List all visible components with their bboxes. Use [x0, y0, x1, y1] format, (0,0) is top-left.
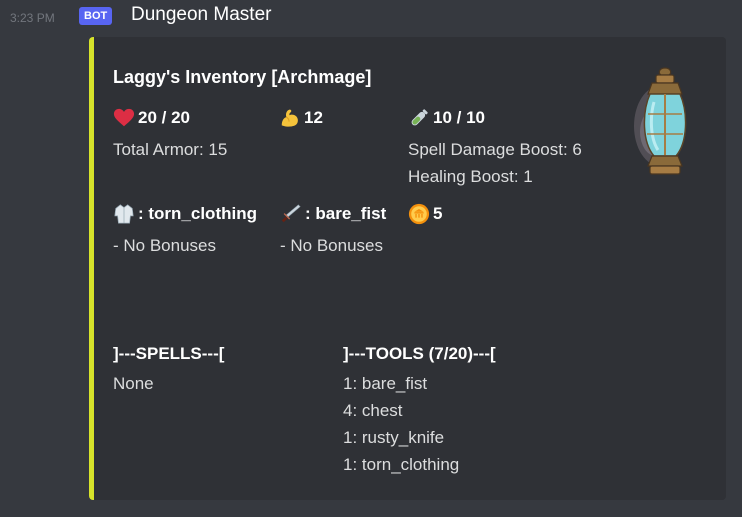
tools-list-item: 1: bare_fist [343, 374, 428, 393]
total-armor-text: Total Armor: 15 [113, 140, 228, 159]
tools-header: ]---TOOLS (7/20)---[ [343, 344, 496, 363]
health-field: 20 / 20 [113, 107, 190, 129]
coat-icon [114, 204, 134, 224]
health-value: 20 / 20 [138, 108, 190, 127]
coin-icon [408, 203, 430, 225]
author-name[interactable]: Dungeon Master [131, 4, 271, 26]
weapon-value: : bare_fist [305, 204, 387, 223]
spells-list-item: None [113, 374, 154, 393]
mana-field: 10 / 10 [408, 107, 485, 129]
potion-icon [411, 109, 428, 126]
strength-value: 12 [304, 108, 323, 127]
strength-field: 12 [279, 107, 323, 129]
bot-badge: BOT [79, 7, 113, 25]
tools-list-item: 4: chest [343, 401, 403, 420]
spell-damage-boost-text: Spell Damage Boost: 6 [408, 140, 582, 159]
tools-list-item: 1: rusty_knife [343, 428, 445, 447]
gold-value: 5 [433, 204, 443, 223]
spells-header: ]---SPELLS---[ [113, 344, 225, 363]
healing-boost-text: Healing Boost: 1 [408, 167, 533, 186]
armor-bonus-text: - No Bonuses [113, 236, 216, 255]
weapon-bonus-text: - No Bonuses [280, 236, 383, 255]
armor-value: : torn_clothing [138, 204, 257, 223]
tools-list-item: 1: torn_clothing [343, 455, 460, 474]
heart-icon [113, 108, 135, 127]
gold-field: 5 [408, 203, 442, 225]
weapon-field: : bare_fist [280, 203, 386, 225]
message-timestamp: 3:23 PM [10, 11, 55, 25]
inventory-embed: Laggy's Inventory [Archmage] 20 / 20 Tot… [89, 37, 726, 500]
dagger-icon [281, 204, 301, 223]
armor-field: : torn_clothing [113, 203, 257, 225]
lantern-image[interactable] [632, 64, 698, 180]
flexed-bicep-icon [281, 109, 298, 127]
mana-value: 10 / 10 [433, 108, 485, 127]
embed-title: Laggy's Inventory [Archmage] [113, 67, 372, 87]
embed-accent-bar [89, 37, 94, 500]
